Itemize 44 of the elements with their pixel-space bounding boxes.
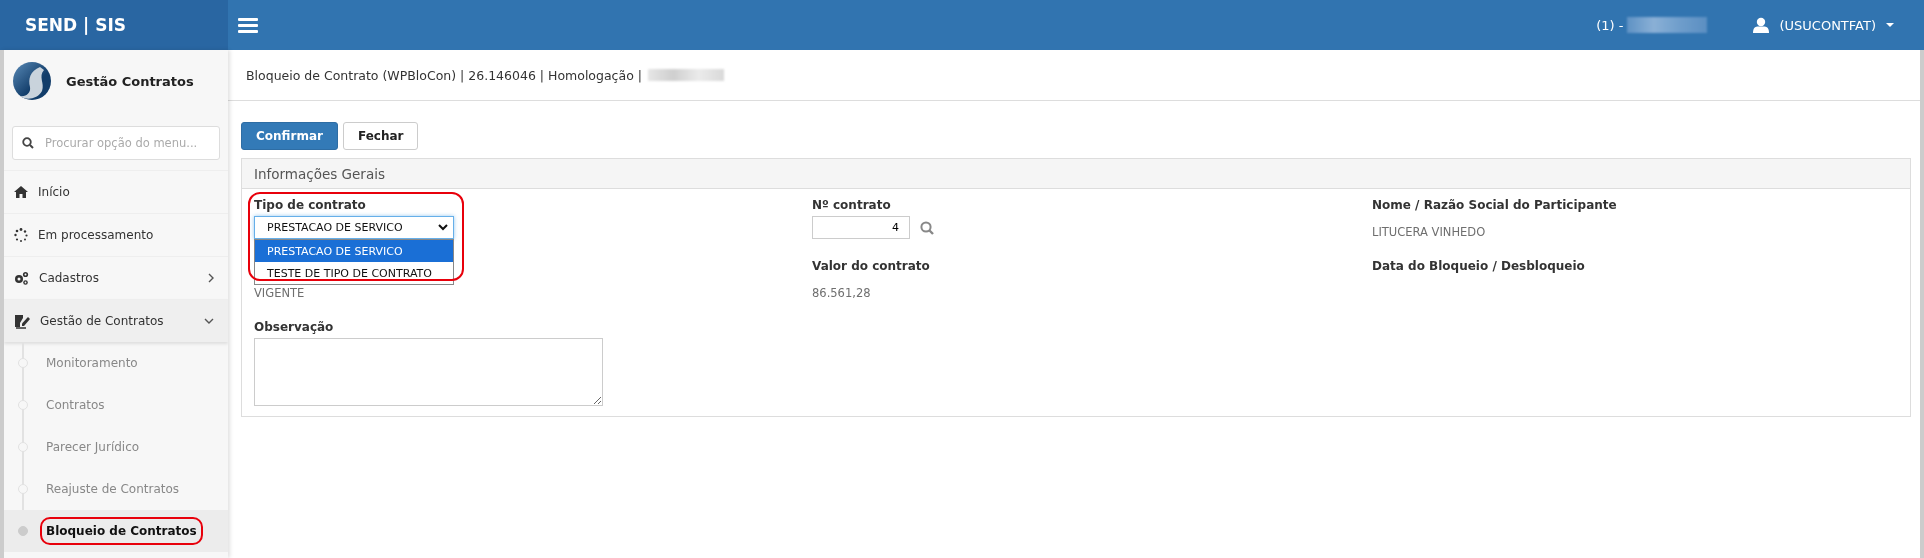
field-value: VIGENTE [254,286,306,300]
user-icon [1753,17,1770,33]
chevron-right-icon [208,273,214,283]
field-label: Tipo de contrato [254,198,367,214]
submenu-label: Contratos [45,397,106,414]
company-label: (1) - [1596,17,1624,33]
user-menu[interactable]: (USUCONTFAT) [1753,17,1894,33]
field-label: Nome / Razão Social do Participante [1372,198,1618,214]
submenu-label: Parecer Jurídico [45,439,141,456]
gears-icon [14,270,29,286]
panel-title: Informações Gerais [254,165,385,182]
field-label: Valor do contrato [812,259,931,275]
app-brand: SEND | SIS [0,0,228,50]
field-value: 86.561,28 [812,286,872,300]
chevron-down-icon [204,318,214,324]
home-icon [14,185,28,199]
search-icon[interactable] [920,220,934,235]
chevron-down-icon [438,224,448,231]
page-breadcrumb: Bloqueio de Contrato (WPBloCon) | 26.146046 | Homologação | [246,67,642,83]
submenu-label: Monitoramento [45,355,139,372]
dropdown-option[interactable]: PRESTACAO DE SERVICO [255,240,453,262]
close-button[interactable]: Fechar [342,122,419,150]
contract-number-field[interactable]: 4 [812,216,910,239]
field-value: LITUCERA VINHEDO [1372,225,1487,239]
spinner-icon [14,228,28,242]
field-label: Data do Bloqueio / Desbloqueio [1372,259,1586,275]
confirm-button[interactable]: Confirmar [241,122,338,150]
edit-document-icon [14,313,30,329]
menu-icon[interactable] [238,16,258,34]
submenu-label: Reajuste de Contratos [45,481,181,498]
contract-type-select[interactable]: PRESTACAO DE SERVICO [254,216,454,239]
field-label: Nº contrato [812,198,892,214]
caret-icon [1886,23,1894,27]
sidebar-item[interactable]: Gestão de Contratos [4,299,228,342]
highlighted-label: Bloqueio de Contratos [40,517,203,545]
company-logo [12,61,52,101]
dropdown-option[interactable]: TESTE DE TIPO DE CONTRATO [255,262,453,284]
menu-search-field[interactable]: Procurar opção do menu... [12,126,220,160]
search-icon [22,137,34,149]
tree-dot [18,526,28,536]
field-label: Observação [254,320,335,336]
submenu-item[interactable]: Bloqueio de Contratos [4,510,228,552]
module-title: Gestão Contratos [66,73,194,89]
observation-field[interactable] [254,338,603,406]
